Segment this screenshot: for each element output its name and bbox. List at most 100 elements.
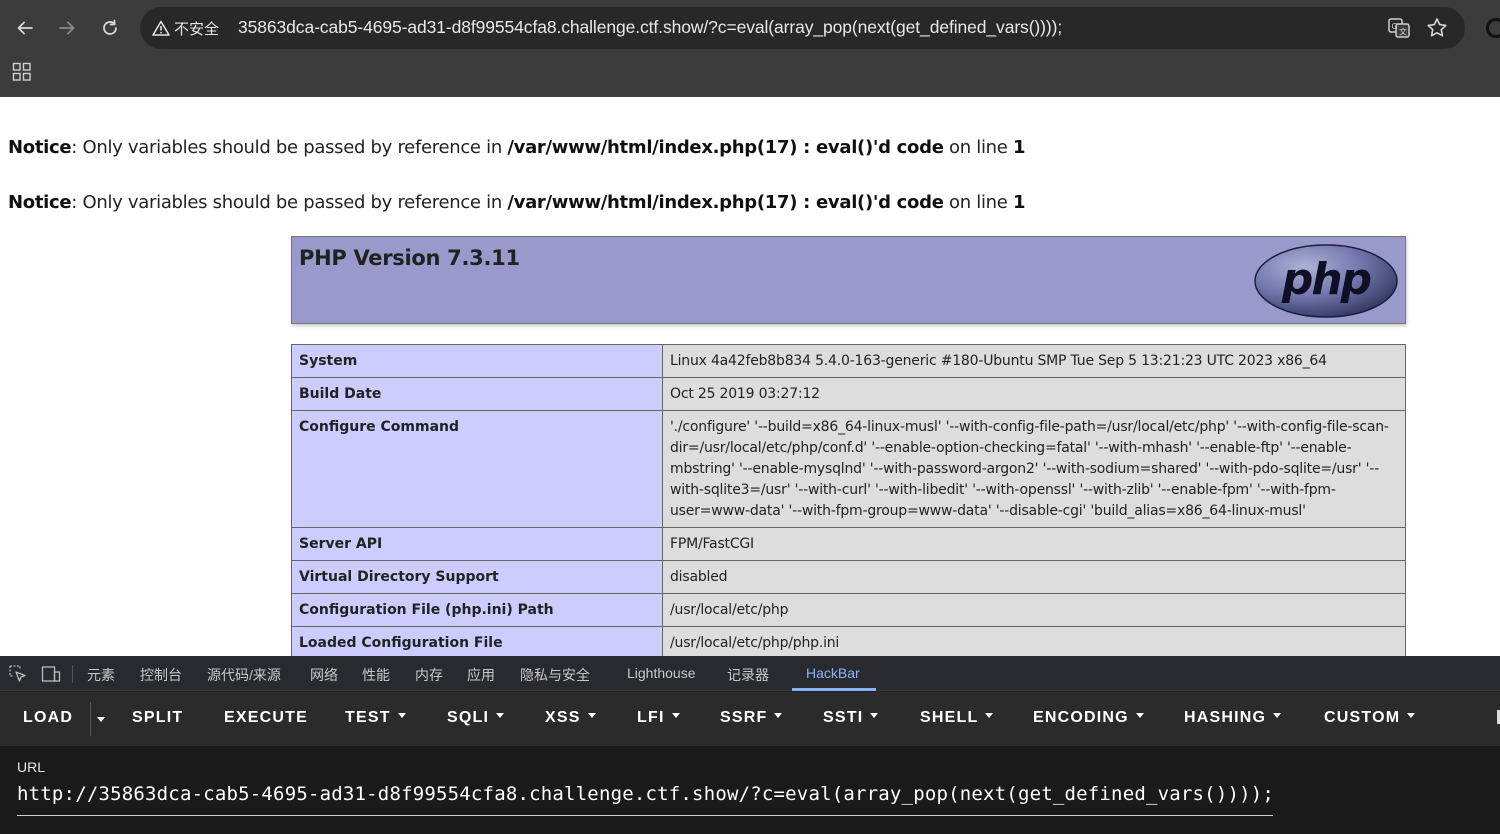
load-button[interactable]: LOAD <box>23 709 73 727</box>
active-tab-indicator <box>792 688 876 691</box>
url-field-label: URL <box>17 759 46 775</box>
svg-text:文: 文 <box>1399 27 1407 37</box>
xss-menu-button[interactable]: XSS <box>545 709 596 727</box>
php-notice: Notice: Only variables should be passed … <box>8 137 1026 158</box>
svg-text:G: G <box>1392 22 1398 31</box>
security-label: 不安全 <box>174 20 220 38</box>
caret-down-icon <box>774 713 783 719</box>
tab-console[interactable]: 控制台 <box>140 665 182 685</box>
phpinfo-key: System <box>291 344 663 378</box>
phpinfo-row: Loaded Configuration File/usr/local/etc/… <box>291 626 1406 656</box>
hashing-menu-button[interactable]: HASHING <box>1184 709 1282 727</box>
page-content: Notice: Only variables should be passed … <box>0 97 1500 656</box>
phpinfo-value: disabled <box>662 560 1406 594</box>
notice-line-text: on line <box>943 137 1013 158</box>
reload-icon <box>103 19 117 35</box>
star-icon <box>1427 18 1447 37</box>
notice-file: /var/www/html/index.php(17) : eval()'d c… <box>507 137 944 158</box>
split-button[interactable]: SPLIT <box>132 709 183 727</box>
tab-hackbar[interactable]: HackBar <box>806 665 860 681</box>
bookmark-star-button[interactable] <box>1425 16 1449 40</box>
back-button[interactable] <box>9 10 41 46</box>
back-arrow-icon <box>17 21 33 35</box>
profile-avatar[interactable] <box>1486 18 1500 38</box>
tab-sources[interactable]: 源代码/来源 <box>207 665 281 685</box>
notice-text: : Only variables should be passed by ref… <box>71 192 508 213</box>
custom-label: CUSTOM <box>1324 709 1401 726</box>
translate-button[interactable]: G文 <box>1387 16 1411 40</box>
inspect-element-icon <box>9 665 26 682</box>
encoding-menu-button[interactable]: ENCODING <box>1033 709 1144 727</box>
tab-memory[interactable]: 内存 <box>415 665 443 685</box>
sqli-menu-button[interactable]: SQLI <box>447 709 505 727</box>
phpinfo-row: Virtual Directory Support disabled <box>291 560 1406 594</box>
tab-lighthouse[interactable]: Lighthouse <box>627 665 696 681</box>
address-bar[interactable]: 不安全 35863dca-cab5-4695-ad31-d8f99554cfa8… <box>140 7 1465 49</box>
notice-text: : Only variables should be passed by ref… <box>71 137 508 158</box>
phpinfo-row: Server API FPM/FastCGI <box>291 527 1406 561</box>
phpinfo-row: System Linux 4a42feb8b834 5.4.0-163-gener… <box>291 344 1406 378</box>
sqli-label: SQLI <box>447 709 490 726</box>
warning-icon <box>152 20 170 36</box>
shell-label: SHELL <box>920 709 979 726</box>
phpinfo-key: Configuration File (php.ini) Path <box>291 593 663 627</box>
tab-elements[interactable]: 元素 <box>87 665 115 685</box>
tab-recorder[interactable]: 记录器 <box>727 665 769 685</box>
hackbar-toolbar: LOAD SPLIT EXECUTE TEST SQLI XSS LFI SSR… <box>0 692 1500 746</box>
device-toolbar-button[interactable] <box>41 664 61 684</box>
hashing-label: HASHING <box>1184 709 1267 726</box>
tab-performance[interactable]: 性能 <box>362 665 390 685</box>
php-version-title: PHP Version 7.3.11 <box>299 246 520 270</box>
security-indicator[interactable]: 不安全 <box>152 17 219 39</box>
url-input-underline <box>17 815 1273 816</box>
ssrf-menu-button[interactable]: SSRF <box>720 709 783 727</box>
tab-privacy-security[interactable]: 隐私与安全 <box>520 665 590 685</box>
phpinfo-row: Configuration File (php.ini) Path/usr/lo… <box>291 593 1406 627</box>
shell-menu-button[interactable]: SHELL <box>920 709 994 727</box>
forward-arrow-icon <box>59 21 75 35</box>
lfi-label: LFI <box>637 709 665 726</box>
phpinfo-row: Build Date Oct 25 2019 03:27:12 <box>291 377 1406 411</box>
reload-button[interactable] <box>94 10 126 46</box>
ssti-label: SSTI <box>823 709 864 726</box>
load-divider <box>90 702 91 736</box>
notice-line-number: 1 <box>1012 137 1026 158</box>
toolbar-divider <box>72 665 73 683</box>
execute-button[interactable]: EXECUTE <box>224 709 308 727</box>
tab-network[interactable]: 网络 <box>310 665 338 685</box>
caret-down-icon[interactable] <box>97 717 105 722</box>
phpinfo-key: Configure Command <box>291 410 663 528</box>
hackbar-url-section: URL http://35863dca-cab5-4695-ad31-d8f99… <box>0 746 1500 834</box>
caret-down-icon <box>870 713 879 719</box>
phpinfo-key: Server API <box>291 527 663 561</box>
test-menu-button[interactable]: TEST <box>345 709 406 727</box>
php-notice: Notice: Only variables should be passed … <box>8 192 1026 213</box>
device-toolbar-icon <box>41 666 61 682</box>
php-logo-icon[interactable]: php <box>1253 243 1399 319</box>
tab-application[interactable]: 应用 <box>467 665 495 685</box>
forward-button[interactable] <box>51 10 83 46</box>
notice-line-number: 1 <box>1012 192 1026 213</box>
caret-down-icon <box>1273 713 1282 719</box>
ssrf-label: SSRF <box>720 709 768 726</box>
caret-down-icon <box>496 713 505 719</box>
xss-label: XSS <box>545 709 581 726</box>
apps-button[interactable] <box>12 62 32 82</box>
custom-menu-button[interactable]: CUSTOM <box>1324 709 1416 727</box>
caret-down-icon <box>587 713 596 719</box>
phpinfo-row: Configure Command './configure' '--build=… <box>291 410 1406 528</box>
notice-file: /var/www/html/index.php(17) : eval()'d c… <box>507 192 944 213</box>
address-text[interactable]: 35863dca-cab5-4695-ad31-d8f99554cfa8.cha… <box>238 17 1062 38</box>
php-logo-text: php <box>1281 254 1371 305</box>
caret-down-icon <box>671 713 680 719</box>
notice-line-text: on line <box>943 192 1013 213</box>
phpinfo-value: FPM/FastCGI <box>662 527 1406 561</box>
phpinfo-key: Virtual Directory Support <box>291 560 663 594</box>
phpinfo-value: Oct 25 2019 03:27:12 <box>662 377 1406 411</box>
phpinfo-table: System Linux 4a42feb8b834 5.4.0-163-gener… <box>291 344 1406 656</box>
encoding-label: ENCODING <box>1033 709 1129 726</box>
url-input[interactable]: http://35863dca-cab5-4695-ad31-d8f99554c… <box>17 783 1274 805</box>
ssti-menu-button[interactable]: SSTI <box>823 709 879 727</box>
inspect-element-button[interactable] <box>8 664 28 684</box>
lfi-menu-button[interactable]: LFI <box>637 709 680 727</box>
